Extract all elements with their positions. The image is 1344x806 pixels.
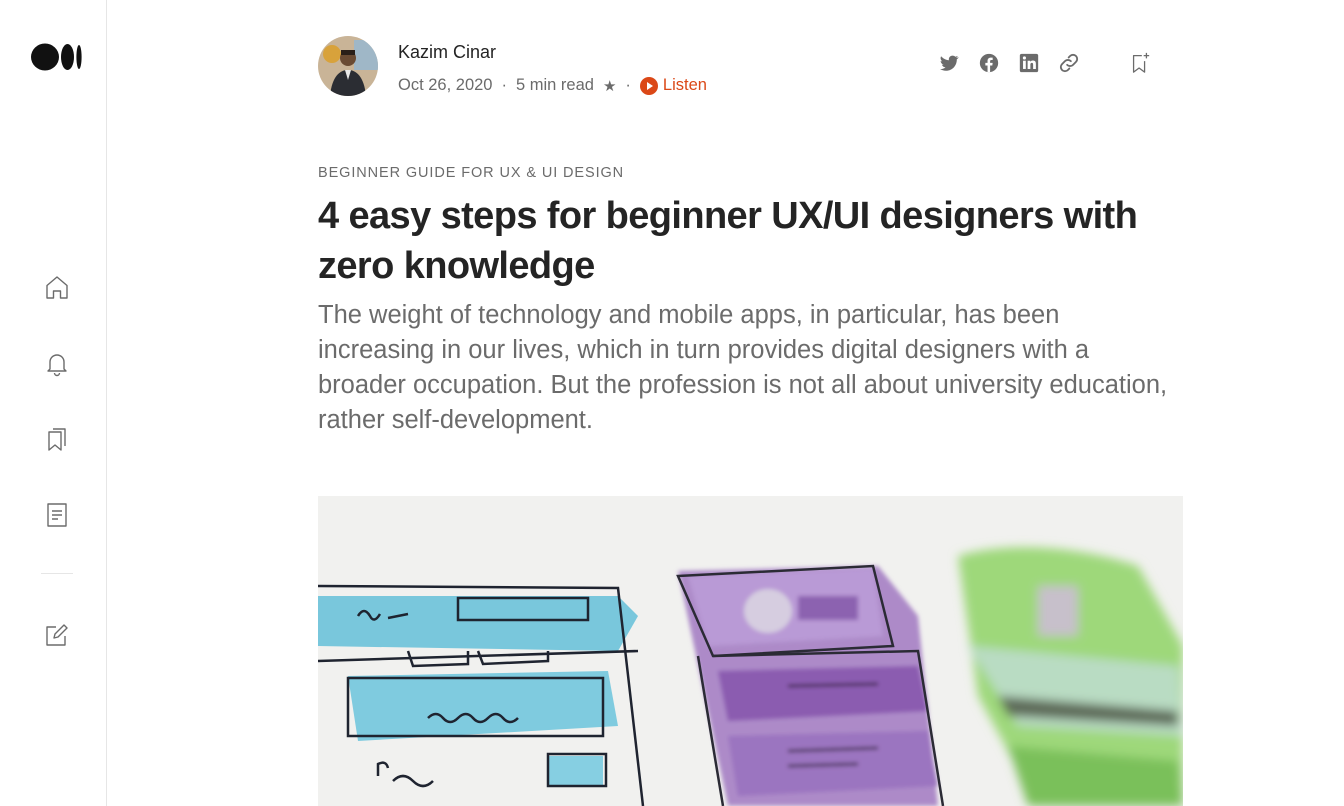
medium-logo[interactable] <box>31 42 83 72</box>
listen-button[interactable]: Listen <box>639 76 707 95</box>
post-meta: Oct 26, 2020 · 5 min read ★ · Listen <box>398 76 707 95</box>
sidebar-divider <box>41 573 73 574</box>
author-name[interactable]: Kazim Cinar <box>398 42 496 63</box>
publish-date: Oct 26, 2020 <box>398 76 493 94</box>
article-kicker: BEGINNER GUIDE FOR UX & UI DESIGN <box>318 165 625 181</box>
bookmark-add-icon[interactable] <box>1127 50 1153 76</box>
facebook-icon[interactable] <box>976 50 1002 76</box>
twitter-icon[interactable] <box>936 50 962 76</box>
bookmarks-icon[interactable] <box>42 424 72 454</box>
linkedin-icon[interactable] <box>1016 50 1042 76</box>
read-time: 5 min read <box>515 76 594 94</box>
member-star-icon: ★ <box>602 77 617 95</box>
write-icon[interactable] <box>42 620 72 650</box>
hero-image <box>318 496 1183 806</box>
stories-icon[interactable] <box>42 500 72 530</box>
home-icon[interactable] <box>42 272 72 302</box>
bell-icon[interactable] <box>42 348 72 378</box>
separator-dot: · <box>501 76 507 94</box>
article-subtitle: The weight of technology and mobile apps… <box>318 301 1168 434</box>
link-icon[interactable] <box>1056 50 1082 76</box>
author-avatar[interactable] <box>318 36 378 96</box>
article-title: 4 easy steps for beginner UX/UI designer… <box>318 195 1138 287</box>
play-icon <box>639 76 658 95</box>
separator-dot: · <box>625 76 631 94</box>
left-sidebar <box>0 0 107 806</box>
listen-label: Listen <box>662 76 707 94</box>
